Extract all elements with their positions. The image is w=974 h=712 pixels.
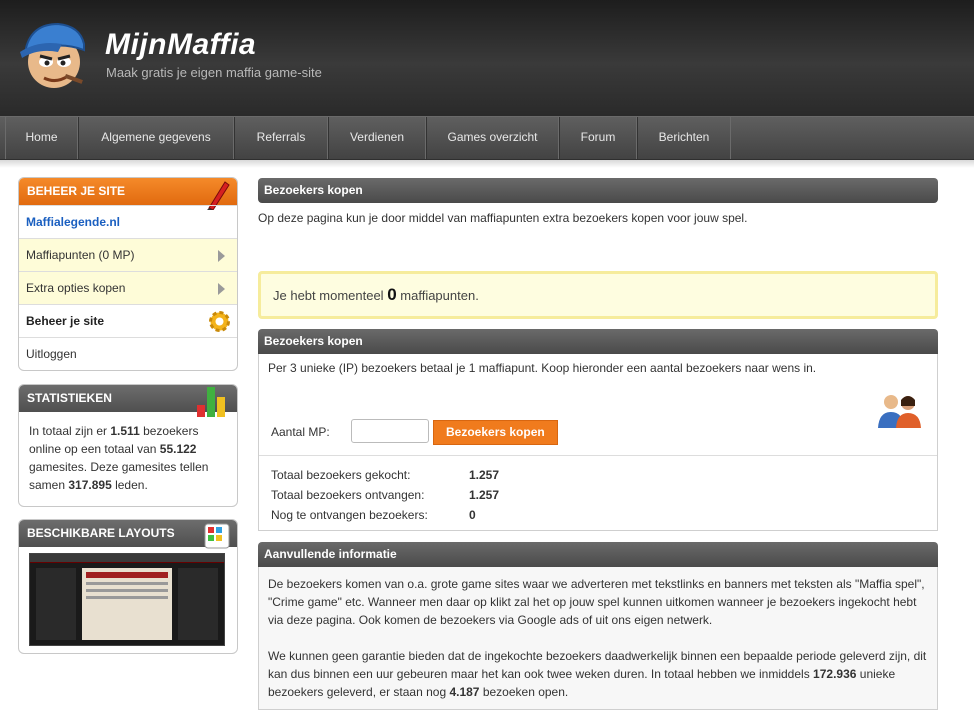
stat-label: Nog te ontvangen bezoekers: [271,508,428,522]
delivered-count: 172.936 [813,667,857,681]
site-title[interactable]: MijnMaffia [105,28,256,62]
mascot-logo-icon[interactable] [18,18,88,92]
stats-online-count: 1.511 [110,424,140,438]
stat-label: Totaal bezoekers ontvangen: [271,488,425,502]
main-navigation: Home Algemene gegevens Referrals Verdien… [0,116,974,160]
stat-label: Totaal bezoekers gekocht: [271,468,411,482]
preview-content-line [86,589,168,592]
buy-text: Per 3 unieke (IP) bezoekers betaal je 1 … [268,361,817,375]
nav-home[interactable]: Home [5,117,78,159]
table-row: Nog te ontvangen bezoekers: 0 [271,505,499,525]
preview-content [82,568,172,640]
nav-shadow [0,160,974,168]
layouts-box: BESCHIKBARE LAYOUTS [18,519,238,654]
notice-text: Je hebt momenteel [273,288,388,303]
info-text-part: bezoeken open. [479,685,569,699]
buy-panel: Per 3 unieke (IP) bezoekers betaal je 1 … [258,354,938,531]
table-row: Totaal bezoekers gekocht: 1.257 [271,465,499,485]
site-header: MijnMaffia Maak gratis je eigen maffia g… [0,0,974,116]
mp-input-label: Aantal MP: [271,425,330,439]
intro-text: Op deze pagina kun je door middel van ma… [258,211,748,225]
statistics-box: STATISTIEKEN In totaal zijn er 1.511 bez… [18,384,238,507]
points-value: 0 [387,285,397,304]
nav-algemene-gegevens[interactable]: Algemene gegevens [78,117,234,159]
statistics-header: STATISTIEKEN [19,385,237,417]
section-title-info: Aanvullende informatie [258,542,938,567]
stats-gamesites-count: 55.122 [159,442,197,456]
sidebar-item-label: Maffiapunten (0 MP) [26,248,135,262]
section-title-buy: Bezoekers kopen [258,329,938,354]
sidebar-item-label: Extra opties kopen [26,281,126,295]
sidebar-item-uitloggen[interactable]: Uitloggen [19,337,237,370]
points-notice: Je hebt momenteel 0 maffiapunten. [258,271,938,319]
stats-text-part: In totaal zijn er [29,424,111,438]
users-icon [878,395,921,428]
preview-content-line [86,596,168,599]
preview-topbar [30,554,224,563]
notice-text: maffiapunten. [396,288,479,303]
nav-referrals[interactable]: Referrals [234,117,328,159]
main-content: Bezoekers kopen Op deze pagina kun je do… [258,178,938,710]
info-paragraph-2: We kunnen geen garantie bieden dat de in… [268,647,928,701]
open-count: 4.187 [449,685,480,699]
arrow-right-icon [218,250,225,262]
sidebar-item-label: Beheer je site [26,314,105,328]
sidebar-item-beheer[interactable]: Beheer je site [19,304,237,337]
manage-site-header: BEHEER JE SITE [19,178,237,210]
section-title-bezoekers-kopen: Bezoekers kopen [258,178,938,203]
layouts-title: BESCHIKBARE LAYOUTS [27,526,175,540]
preview-content-bar [86,572,168,578]
stat-value: 0 [469,508,476,522]
stats-members-count: 317.895 [68,478,112,492]
palette-icon [204,523,230,549]
preview-sidebar [36,568,76,640]
nav-forum[interactable]: Forum [559,117,637,159]
gear-icon [209,311,230,332]
nav-verdienen[interactable]: Verdienen [328,117,426,159]
site-link[interactable]: Maffialegende.nl [19,205,237,238]
nav-games-overzicht[interactable]: Games overzicht [426,117,559,159]
nav-berichten[interactable]: Berichten [637,117,731,159]
sidebar-item-maffiapunten[interactable]: Maffiapunten (0 MP) [19,238,237,271]
site-subtitle: Maak gratis je eigen maffia game-site [106,65,322,80]
stat-value: 1.257 [469,468,500,482]
layouts-header: BESCHIKBARE LAYOUTS [19,520,237,549]
info-panel: De bezoekers komen van o.a. grote game s… [258,567,938,710]
manage-site-box: BEHEER JE SITE Maffialegende.nl Maffiapu… [18,177,238,371]
mp-amount-input[interactable] [351,419,429,443]
statistics-text: In totaal zijn er 1.511 bezoekers online… [19,412,237,506]
preview-sidebar-right [178,568,218,640]
manage-site-title: BEHEER JE SITE [27,184,126,198]
visitor-stats-table: Totaal bezoekers gekocht: 1.257 Totaal b… [271,465,499,525]
arrow-right-icon [218,283,225,295]
statistics-title: STATISTIEKEN [27,391,112,405]
table-row: Totaal bezoekers ontvangen: 1.257 [271,485,499,505]
info-paragraph-1: De bezoekers komen van o.a. grote game s… [268,577,925,627]
stats-text-part: leden. [111,478,148,492]
buy-visitors-button[interactable]: Bezoekers kopen [433,420,558,445]
bar-chart-icon [197,387,225,417]
stat-value: 1.257 [469,488,500,502]
sidebar-item-extra-opties[interactable]: Extra opties kopen [19,271,237,304]
preview-content-line [86,582,168,585]
layout-preview-image[interactable] [29,553,225,646]
